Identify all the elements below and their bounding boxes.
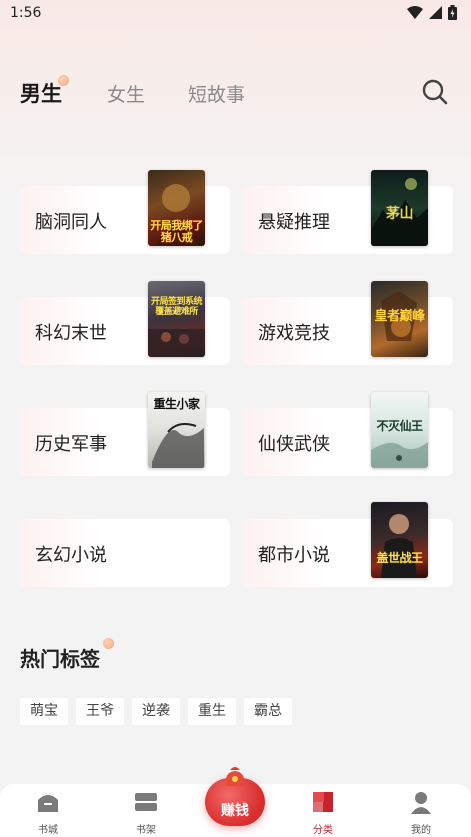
- nav-label: 分类: [313, 825, 333, 836]
- category-label: 游戏竞技: [258, 323, 330, 344]
- tag-item[interactable]: 重生: [188, 698, 236, 725]
- nav-label: 书城: [38, 825, 58, 836]
- battery-icon: [448, 5, 457, 20]
- category-label: 科幻末世: [35, 323, 107, 344]
- tab-short-story[interactable]: 短故事: [188, 80, 245, 107]
- category-label: 仙侠武侠: [258, 434, 330, 455]
- hot-tags-list: 萌宝 王爷 逆袭 重生 霸总: [20, 698, 292, 725]
- category-label: 玄幻小说: [35, 545, 107, 566]
- top-tabs: 男生 女生 短故事: [20, 75, 450, 110]
- category-label: 悬疑推理: [258, 212, 330, 233]
- search-button[interactable]: [421, 78, 449, 106]
- status-bar: 1:56: [0, 0, 471, 28]
- cover-title: 不灭仙王: [376, 419, 423, 433]
- money-bag-icon: [225, 767, 245, 786]
- book-cover[interactable]: 盖世战王: [371, 502, 428, 578]
- book-cover[interactable]: 重生小家: [148, 392, 205, 468]
- cover-title: 重生小家: [153, 397, 200, 411]
- bookshelf-icon: [135, 793, 157, 811]
- tag-item[interactable]: 王爷: [76, 698, 124, 725]
- nav-label: 书架: [136, 825, 156, 836]
- cover-title: 开局我绑了猪八戒: [150, 219, 203, 244]
- category-label: 脑洞同人: [35, 212, 107, 233]
- cover-title: 皇者巅峰: [374, 309, 425, 324]
- nav-category[interactable]: 分类: [293, 790, 353, 836]
- cover-title: 茅山: [386, 206, 414, 222]
- tag-item[interactable]: 霸总: [244, 698, 292, 725]
- hot-tags-title: 热门标签: [20, 647, 100, 671]
- tag-item[interactable]: 萌宝: [20, 698, 68, 725]
- nav-bookstore[interactable]: 书城: [18, 790, 78, 836]
- book-cover[interactable]: 茅山: [371, 170, 428, 246]
- status-time: 1:56: [10, 5, 42, 21]
- cover-title: 盖世战王: [376, 551, 423, 565]
- category-label: 历史军事: [35, 434, 107, 455]
- search-icon: [422, 79, 448, 105]
- earn-money-label: 赚钱: [221, 803, 249, 819]
- profile-icon: [411, 792, 431, 814]
- tab-female[interactable]: 女生: [107, 80, 145, 107]
- category-label: 都市小说: [258, 545, 330, 566]
- category-icon: [313, 792, 333, 812]
- nav-bookshelf[interactable]: 书架: [116, 790, 176, 836]
- status-icons: [407, 5, 457, 20]
- tab-male[interactable]: 男生: [20, 78, 62, 108]
- book-cover[interactable]: 不灭仙王: [371, 392, 428, 468]
- nav-profile[interactable]: 我的: [391, 790, 451, 836]
- nav-label: 我的: [411, 825, 431, 836]
- new-dot-icon: [58, 75, 69, 86]
- signal-icon: [429, 6, 442, 19]
- wifi-icon: [407, 6, 423, 19]
- category-card-xuanhuan[interactable]: 玄幻小说: [19, 519, 230, 587]
- tag-item[interactable]: 逆袭: [132, 698, 180, 725]
- cover-title: 开局签到系统 覆盖避难所: [150, 297, 203, 317]
- home-icon: [38, 795, 58, 812]
- book-cover[interactable]: 开局签到系统 覆盖避难所: [148, 281, 205, 357]
- book-cover[interactable]: 皇者巅峰: [371, 281, 428, 357]
- new-dot-icon: [103, 638, 114, 649]
- book-cover[interactable]: 开局我绑了猪八戒: [148, 170, 205, 246]
